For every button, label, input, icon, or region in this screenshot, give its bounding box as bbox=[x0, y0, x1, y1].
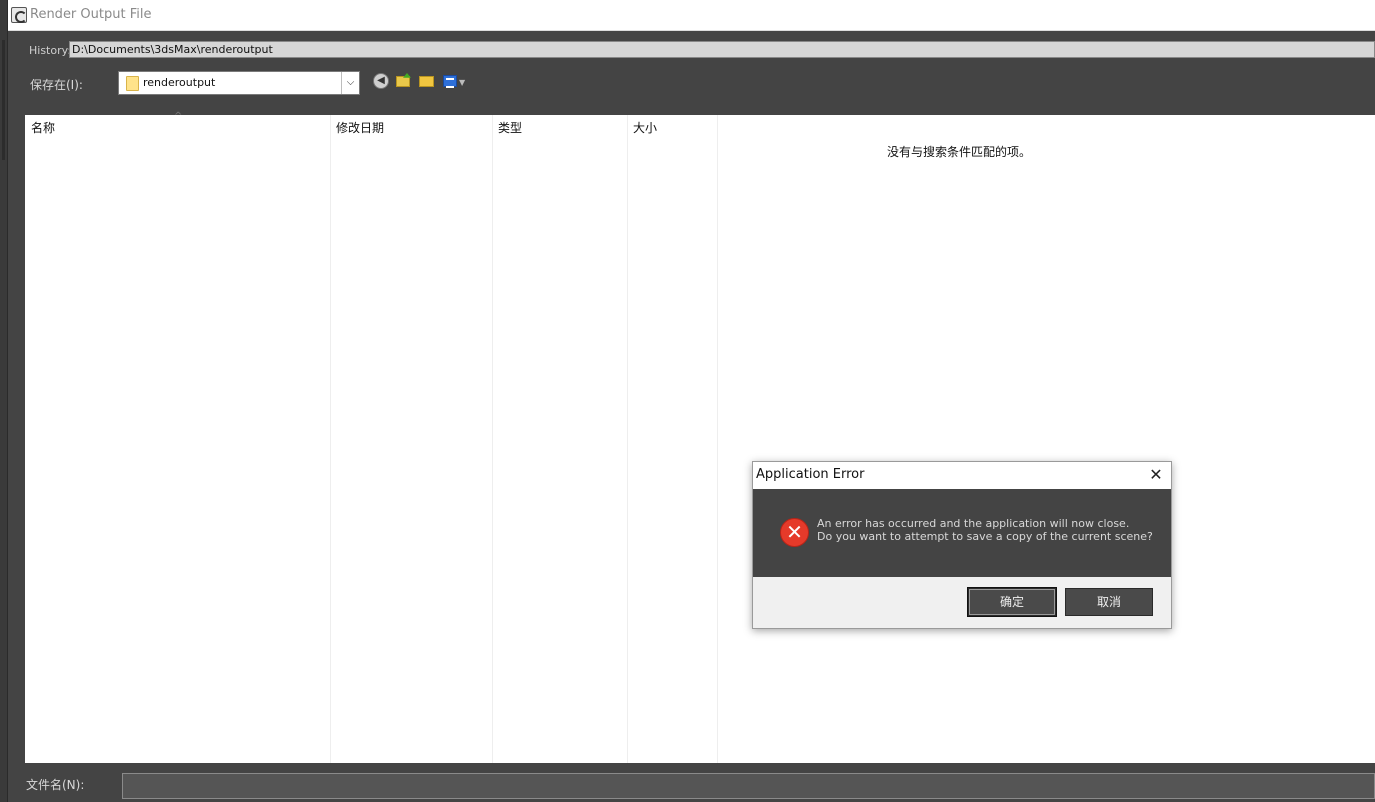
column-separator[interactable] bbox=[330, 115, 331, 763]
dialog-message-line2: Do you want to attempt to save a copy of… bbox=[817, 530, 1153, 543]
dialog-body: ✕ An error has occurred and the applicat… bbox=[753, 489, 1171, 577]
application-error-dialog: Application Error ✕ ✕ An error has occur… bbox=[752, 461, 1172, 629]
column-header-name[interactable]: 名称 bbox=[31, 119, 55, 136]
empty-list-message: 没有与搜索条件匹配的项。 bbox=[887, 145, 1032, 159]
history-label: History: bbox=[29, 44, 72, 57]
back-icon[interactable]: ◀ bbox=[373, 73, 389, 89]
background-app-strip bbox=[0, 0, 8, 802]
window-titlebar: Render Output File bbox=[8, 0, 1375, 31]
column-separator[interactable] bbox=[717, 115, 718, 763]
up-folder-icon[interactable] bbox=[396, 73, 412, 89]
save-in-value: renderoutput bbox=[143, 76, 216, 89]
view-grid bbox=[443, 75, 457, 88]
dialog-titlebar: Application Error ✕ bbox=[753, 462, 1171, 489]
history-dropdown[interactable]: D:\Documents\3dsMax\renderoutput bbox=[69, 41, 1375, 58]
view-dropdown-arrow: ▼ bbox=[459, 78, 466, 87]
folder-icon bbox=[126, 76, 139, 91]
ok-button[interactable]: 确定 bbox=[967, 587, 1057, 617]
filename-label: 文件名(N): bbox=[26, 778, 85, 792]
sort-ascending-icon: ^ bbox=[174, 111, 183, 122]
column-header-size[interactable]: 大小 bbox=[633, 119, 657, 136]
error-icon: ✕ bbox=[780, 518, 809, 547]
strip-mark bbox=[2, 130, 5, 160]
close-icon[interactable]: ✕ bbox=[1141, 462, 1171, 489]
cancel-button[interactable]: 取消 bbox=[1065, 588, 1153, 616]
file-list[interactable]: ^ 名称 修改日期 类型 大小 没有与搜索条件匹配的项。 bbox=[25, 111, 1375, 763]
column-separator[interactable] bbox=[492, 115, 493, 763]
chevron-down-icon[interactable]: ⌵ bbox=[341, 72, 359, 94]
strip-mark bbox=[2, 40, 5, 140]
new-folder-icon[interactable] bbox=[419, 73, 435, 89]
window-title: Render Output File bbox=[30, 7, 152, 22]
dialog-message-line1: An error has occurred and the applicatio… bbox=[817, 517, 1130, 530]
new-folder-body bbox=[419, 76, 434, 87]
dialog-footer: 确定 取消 bbox=[753, 577, 1171, 628]
column-separator[interactable] bbox=[627, 115, 628, 763]
filename-input[interactable] bbox=[122, 773, 1375, 799]
column-header-type[interactable]: 类型 bbox=[498, 119, 522, 136]
3ds-max-icon bbox=[11, 7, 27, 23]
view-menu-icon[interactable]: ▼ bbox=[443, 73, 467, 89]
save-in-label: 保存在(I): bbox=[30, 78, 83, 92]
column-header-modified[interactable]: 修改日期 bbox=[336, 119, 384, 136]
dialog-title: Application Error bbox=[756, 467, 865, 482]
save-in-combo[interactable]: renderoutput ⌵ bbox=[118, 71, 360, 95]
